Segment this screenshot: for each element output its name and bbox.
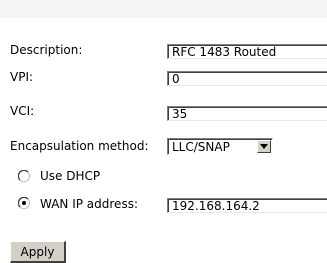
wan-ip-label: WAN IP address:: [40, 197, 138, 211]
vci-label: VCI:: [10, 104, 35, 118]
wan-ip-radio[interactable]: [17, 196, 31, 210]
radio-unchecked-icon: [17, 169, 31, 183]
vpi-field[interactable]: [167, 71, 327, 86]
vci-field[interactable]: [167, 106, 327, 121]
chevron-down-icon: [260, 144, 268, 149]
wan-ip-field[interactable]: [167, 198, 327, 213]
use-dhcp-radio[interactable]: [17, 169, 31, 183]
radio-checked-icon: [17, 196, 31, 210]
top-band: [0, 0, 327, 18]
apply-button[interactable]: Apply: [10, 241, 66, 263]
use-dhcp-label: Use DHCP: [40, 169, 101, 183]
vpi-label: VPI:: [10, 70, 34, 84]
description-label: Description:: [10, 43, 83, 57]
description-field[interactable]: [167, 44, 327, 59]
encapsulation-selected-value: LLC/SNAP: [172, 140, 230, 154]
encapsulation-select[interactable]: LLC/SNAP: [167, 138, 273, 155]
encapsulation-label: Encapsulation method:: [10, 139, 149, 153]
select-arrow-button[interactable]: [257, 140, 271, 153]
